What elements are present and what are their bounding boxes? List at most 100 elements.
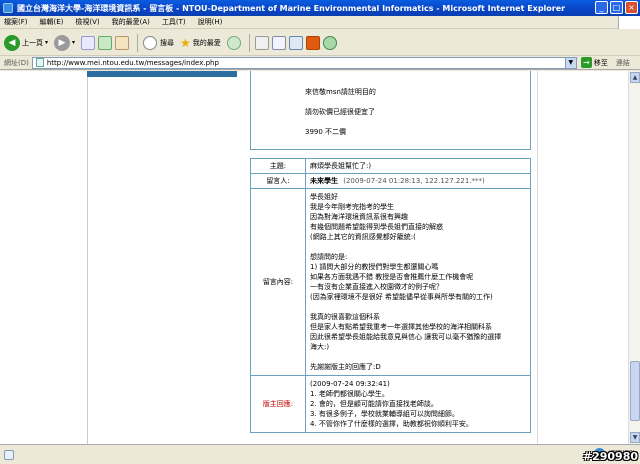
url-text: http://www.mei.ntou.edu.tw/messages/inde… — [46, 58, 219, 67]
scroll-thumb[interactable] — [630, 361, 640, 421]
maximize-button[interactable]: □ — [610, 1, 623, 14]
refresh-icon[interactable] — [98, 35, 113, 50]
go-label: 移至 — [593, 58, 608, 67]
messenger-icon[interactable] — [322, 35, 337, 50]
close-button[interactable]: × — [625, 1, 638, 14]
content-line: 但是家人有點希望我重考一年選擇其他學校的海洋相關科系 — [310, 323, 492, 331]
content-line: 想請問的是: — [310, 253, 348, 261]
prev-post-table: 來信敬msn請註明目的 請勿砍價已經很便宜了 3990 不二價 — [250, 71, 531, 150]
address-label: 網址(D) — [4, 58, 29, 67]
title-bar: 國立台灣海洋大學-海洋環境資訊系 - 留言板 - NTOU-Department… — [0, 0, 640, 16]
favorites-button[interactable]: ★ 我的最愛 — [180, 36, 221, 50]
content-line: 我真的很喜歡這個科系 — [310, 313, 380, 321]
go-button[interactable]: → 移至 — [580, 57, 608, 68]
reply-line: 2. 會的，但是顧可能請你直接找老師談。 — [310, 400, 438, 408]
minimize-button[interactable]: _ — [595, 1, 608, 14]
chevron-down-icon: ▾ — [45, 39, 49, 46]
windows-logo-icon — [618, 16, 640, 29]
go-arrow-icon: → — [580, 57, 592, 68]
window-controls: _ □ × — [595, 1, 638, 14]
forward-arrow-icon: ▶ — [54, 34, 71, 51]
scroll-up-icon[interactable]: ▲ — [630, 72, 640, 83]
content-line: 我是今年剛考完指考的學生 — [310, 203, 394, 211]
content-line — [310, 242, 526, 252]
reply-body: (2009-07-24 09:32:41) 1. 老師們都很關心學生。 2. 會的，… — [305, 375, 531, 433]
content-line: 如果各方面我遇不錯 教授是否會推薦什麼工作機會呢 — [310, 273, 474, 281]
left-nav-bar — [87, 71, 237, 77]
status-bar: 網際網路 #290980 — [0, 444, 640, 464]
content-row: 留言內容: 學長姐好我是今年剛考完指考的學生因為對海洋環境資訊系很有興趣有幾個問… — [250, 188, 531, 376]
menu-favorites[interactable]: 我的最愛(A) — [112, 17, 150, 27]
toolbar: ◀ 上一頁 ▾ ▶ ▾ 搜尋 ★ 我的最愛 — [0, 30, 640, 56]
star-icon: ★ — [180, 35, 191, 50]
content-line: 1) 請問大部分的教授們對學生都還關心嗎 — [310, 263, 439, 271]
page-viewport: 來信敬msn請註明目的 請勿砍價已經很便宜了 3990 不二價 主題: 麻煩學長… — [0, 71, 628, 444]
reply-line: 3. 有很多例子，學校就業輔導組可以詢問細節。 — [310, 410, 459, 418]
download-icon[interactable] — [305, 35, 320, 50]
author-meta: (2009-07-24 01:28:13, 122.127.221.***) — [343, 177, 485, 185]
content-line: 海大:) — [310, 343, 330, 351]
content-line: 先謝謝版主的回應了:D — [310, 363, 381, 371]
stop-icon[interactable] — [81, 35, 96, 50]
print-icon[interactable] — [271, 35, 286, 50]
toolbar-divider — [137, 33, 139, 52]
edit-icon[interactable] — [288, 35, 303, 50]
chevron-down-icon: ▾ — [72, 39, 76, 46]
watermark: #290980 — [582, 450, 638, 463]
toolbar-divider — [248, 33, 250, 52]
mail-icon[interactable] — [254, 35, 269, 50]
search-label: 搜尋 — [160, 38, 175, 47]
url-input[interactable]: http://www.mei.ntou.edu.tw/messages/inde… — [31, 56, 577, 69]
content-line: 學長姐好 — [310, 193, 338, 201]
vertical-scrollbar[interactable]: ▲ ▼ — [628, 71, 640, 444]
menu-bar: 檔案(F) 編輯(E) 檢視(V) 我的最愛(A) 工具(T) 說明(H) — [0, 16, 640, 29]
content-line — [310, 352, 526, 362]
scroll-down-icon[interactable]: ▼ — [630, 432, 640, 443]
menu-tools[interactable]: 工具(T) — [162, 17, 186, 27]
home-icon[interactable] — [115, 35, 130, 50]
forward-button[interactable]: ▶ ▾ — [54, 34, 76, 51]
prev-post-line: 3990 不二價 — [305, 127, 347, 136]
page-icon — [35, 58, 44, 67]
ie-app-icon — [3, 3, 13, 13]
subject-text: 麻煩學長姐幫忙了:) — [305, 158, 531, 174]
menu-view[interactable]: 檢視(V) — [75, 17, 99, 27]
reply-label: 版主回應: — [250, 375, 306, 433]
content-label: 留言內容: — [250, 188, 306, 376]
menu-help[interactable]: 說明(H) — [198, 17, 223, 27]
back-button[interactable]: ◀ 上一頁 ▾ — [4, 34, 49, 51]
address-bar: 網址(D) http://www.mei.ntou.edu.tw/message… — [0, 56, 640, 70]
back-label: 上一頁 — [22, 38, 43, 47]
content-line: (因為家裡環境不是很好 希望能儘早從事與所學有關的工作) — [310, 293, 493, 301]
content-line: 因為對海洋環境資訊系很有興趣 — [310, 213, 408, 221]
menu-file[interactable]: 檔案(F) — [4, 17, 28, 27]
post-table: 主題: 麻煩學長姐幫忙了:) 留言人: 未來學生 (2009-07-24 01:… — [250, 158, 531, 433]
prev-post-body: 來信敬msn請註明目的 請勿砍價已經很便宜了 3990 不二價 — [250, 71, 531, 150]
content-line: (網路上其它的資訊感覺都好籠統:( — [310, 233, 416, 241]
column-divider — [537, 71, 538, 444]
page-done-icon — [4, 449, 14, 460]
author-name: 未來學生 — [310, 177, 338, 185]
search-button[interactable]: 搜尋 — [143, 35, 175, 50]
reply-timestamp: (2009-07-24 09:32:41) — [310, 380, 390, 388]
window-title: 國立台灣海洋大學-海洋環境資訊系 - 留言板 - NTOU-Department… — [17, 3, 566, 13]
content-line — [310, 302, 526, 312]
author-row: 留言人: 未來學生 (2009-07-24 01:28:13, 122.127.… — [250, 173, 531, 189]
author-cell: 未來學生 (2009-07-24 01:28:13, 122.127.221.*… — [305, 173, 531, 189]
search-icon — [143, 35, 158, 50]
subject-row: 主題: 麻煩學長姐幫忙了:) — [250, 158, 531, 174]
prev-post-line: 請勿砍價已經很便宜了 — [305, 107, 375, 116]
menu-edit[interactable]: 編輯(E) — [40, 17, 64, 27]
prev-post-line: 來信敬msn請註明目的 — [305, 87, 376, 96]
chevron-down-icon[interactable]: ▼ — [564, 57, 576, 68]
content-line: 一有沒有企業直接進入校園徵才的例子呢？ — [310, 283, 443, 291]
subject-label: 主題: — [250, 158, 306, 174]
author-label: 留言人: — [250, 173, 306, 189]
column-divider — [87, 77, 88, 444]
history-icon[interactable] — [226, 35, 241, 50]
content-body: 學長姐好我是今年剛考完指考的學生因為對海洋環境資訊系很有興趣有幾個問題希望能得到… — [305, 188, 531, 376]
content-line: 有幾個問題希望能得到學長姐們直接的解惑 — [310, 223, 443, 231]
reply-line: 4. 不管你作了什麼樣的選擇，助教都祝你順利平安。 — [310, 420, 473, 428]
favorites-label: 我的最愛 — [192, 38, 221, 47]
links-label[interactable]: 連結 — [616, 58, 630, 68]
